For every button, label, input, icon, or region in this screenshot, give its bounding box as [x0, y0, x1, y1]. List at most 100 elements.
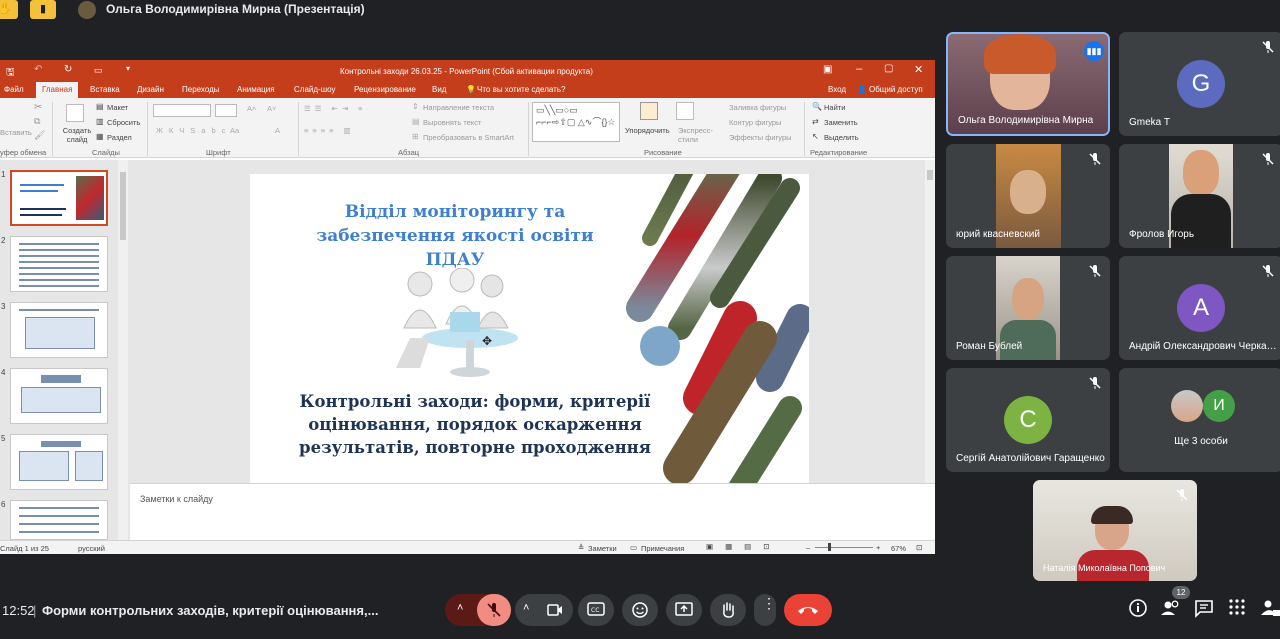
tab-review[interactable]: Рецензирование — [354, 85, 416, 94]
slide-thumbnail[interactable] — [10, 170, 108, 226]
shapes-gallery[interactable]: ▭╲╲▭○▭ ⌐⌐⌐⇨⇧▢ △∿⌒{}☆ — [532, 102, 620, 142]
layout-button[interactable]: Макет — [107, 103, 128, 112]
more-participants-tile[interactable]: И Ще 3 особи — [1119, 368, 1280, 472]
mic-options-chevron-icon[interactable]: ˄ — [457, 602, 463, 614]
share-button[interactable]: Общий доступ — [869, 85, 923, 94]
section-button[interactable]: Раздел — [107, 133, 132, 142]
arrange-icon[interactable] — [640, 102, 658, 120]
maximize-icon[interactable]: ▢ — [884, 63, 893, 74]
copy-icon[interactable]: ⧉ — [34, 116, 40, 127]
paste-button[interactable]: Вставить — [0, 128, 32, 137]
zoom-out-icon[interactable]: – — [806, 543, 810, 552]
zoom-level[interactable]: 67% — [891, 544, 906, 553]
cut-icon[interactable]: ✂ — [34, 102, 42, 113]
tab-home[interactable]: Главная — [36, 82, 79, 98]
list-buttons[interactable]: ☰☰ ⇤⇥ ≡ — [304, 104, 367, 113]
font-case-icon[interactable]: Aa — [230, 126, 239, 135]
replace-button[interactable]: Заменить — [824, 118, 858, 127]
find-button[interactable]: Найти — [824, 103, 845, 112]
shape-fill-button[interactable]: Заливка фигуры — [729, 103, 786, 112]
zoom-in-icon[interactable]: + — [876, 543, 880, 552]
raise-hand-icon[interactable]: ✋ — [0, 0, 18, 19]
slide-thumbnail[interactable] — [10, 236, 108, 292]
slide-thumbnail[interactable] — [10, 434, 108, 490]
slide-thumbnail[interactable] — [10, 368, 108, 424]
sign-in-link[interactable]: Вход — [828, 85, 846, 94]
current-slide[interactable]: Відділ моніторингу та забезпечення якост… — [250, 174, 809, 485]
participant-tile[interactable]: A Андрій Олександрович Черкасов — [1119, 256, 1280, 360]
zoom-slider-thumb[interactable] — [828, 543, 831, 551]
save-icon[interactable]: 🖫 — [6, 65, 15, 82]
participant-tile[interactable]: юрий квасневский — [946, 144, 1110, 248]
reset-button[interactable]: Сбросить — [107, 118, 140, 127]
language-indicator[interactable]: русский — [78, 544, 105, 553]
activities-button[interactable] — [1228, 598, 1254, 624]
new-slide-icon[interactable] — [66, 104, 84, 122]
font-color-icon[interactable]: A — [275, 126, 280, 135]
undo-icon[interactable]: ↶ — [34, 64, 42, 75]
mic-toggle-button[interactable] — [477, 594, 511, 626]
tab-animation[interactable]: Анимация — [237, 85, 275, 94]
slide-thumbnail[interactable] — [10, 302, 108, 358]
quick-styles-button[interactable]: Экспресс-стили — [678, 126, 718, 144]
arrange-button[interactable]: Упорядочить — [625, 126, 670, 135]
thumbs-scrollbar[interactable] — [118, 160, 128, 540]
tab-view[interactable]: Вид — [432, 85, 446, 94]
smartart-button[interactable]: Преобразовать в SmartArt — [423, 133, 514, 142]
thumb-number: 4 — [1, 368, 6, 377]
font-format-buttons[interactable]: ЖКЧSabc — [156, 126, 231, 135]
people-button[interactable]: 12 — [1160, 586, 1190, 624]
tab-design[interactable]: Дизайн — [137, 85, 164, 94]
redo-icon[interactable]: ↻ — [64, 64, 72, 75]
text-direction-button[interactable]: Направление текста — [423, 103, 494, 112]
font-size-input[interactable] — [215, 104, 237, 117]
font-grow-icon[interactable]: A˄ — [247, 104, 256, 113]
slide-thumbnail[interactable] — [10, 500, 108, 540]
present-button[interactable] — [666, 594, 702, 626]
participant-tile[interactable]: G Gmeka T — [1119, 32, 1280, 136]
customize-qat-icon[interactable]: ▾ — [126, 64, 130, 73]
format-painter-icon[interactable]: 🖌 — [34, 130, 45, 141]
participant-tile[interactable]: C Сергій Анатолійович Гаращенко — [946, 368, 1110, 472]
shape-effects-button[interactable]: Эффекты фигуры — [729, 133, 792, 142]
tab-file[interactable]: Файл — [4, 85, 24, 94]
new-slide-button[interactable]: Создать слайд — [62, 126, 92, 144]
close-icon[interactable]: ✕ — [914, 63, 923, 76]
tell-me-search[interactable]: Что вы хотите сделать? — [477, 85, 565, 94]
ribbon-options-icon[interactable]: ▣ — [823, 64, 832, 75]
align-text-button[interactable]: Выровнять текст — [423, 118, 481, 127]
more-options-button[interactable]: ⋮ — [754, 594, 776, 626]
participant-tile[interactable]: ▮▮▮ Ольга Володимирівна Мирна — [946, 32, 1110, 136]
font-name-input[interactable] — [153, 104, 211, 117]
tab-transitions[interactable]: Переходы — [182, 85, 220, 94]
quick-styles-icon[interactable] — [676, 102, 694, 120]
font-shrink-icon[interactable]: A˅ — [267, 104, 276, 113]
presentation-icon[interactable]: ▮ — [30, 0, 56, 19]
minimize-icon[interactable]: – — [856, 63, 862, 75]
participant-tile[interactable]: Наталія Миколаївна Попович — [1033, 480, 1197, 581]
leave-call-button[interactable] — [784, 594, 832, 626]
open-folder-icon[interactable]: ▭ — [94, 65, 103, 76]
notes-pane[interactable]: Заметки к слайду — [130, 483, 935, 540]
raise-hand-button[interactable] — [710, 594, 746, 626]
chat-button[interactable] — [1194, 598, 1220, 624]
host-controls-button[interactable] — [1260, 598, 1280, 624]
captions-button[interactable]: CC — [578, 594, 614, 626]
meeting-info-button[interactable] — [1128, 598, 1154, 624]
editor-scrollbar[interactable] — [925, 160, 935, 483]
camera-options-chevron-icon[interactable]: ˄ — [523, 602, 529, 614]
select-button[interactable]: Выделить — [824, 133, 859, 142]
camera-icon[interactable] — [547, 603, 563, 617]
view-buttons[interactable]: ▣▦▤⊡ — [706, 542, 782, 551]
comments-toggle[interactable]: Примечания — [641, 544, 684, 553]
fit-slide-icon[interactable]: ⊡ — [916, 543, 922, 552]
participant-tile[interactable]: Фролов Игорь — [1119, 144, 1280, 248]
shape-outline-button[interactable]: Контур фигуры — [729, 118, 781, 127]
align-buttons[interactable]: ≡≡≡≡ ▥ — [304, 126, 355, 135]
zoom-slider[interactable] — [815, 547, 873, 548]
participant-tile[interactable]: Роман Бублей — [946, 256, 1110, 360]
tab-slideshow[interactable]: Слайд-шоу — [294, 85, 335, 94]
reactions-button[interactable] — [622, 594, 658, 626]
notes-toggle[interactable]: Заметки — [588, 544, 617, 553]
tab-insert[interactable]: Вставка — [90, 85, 120, 94]
